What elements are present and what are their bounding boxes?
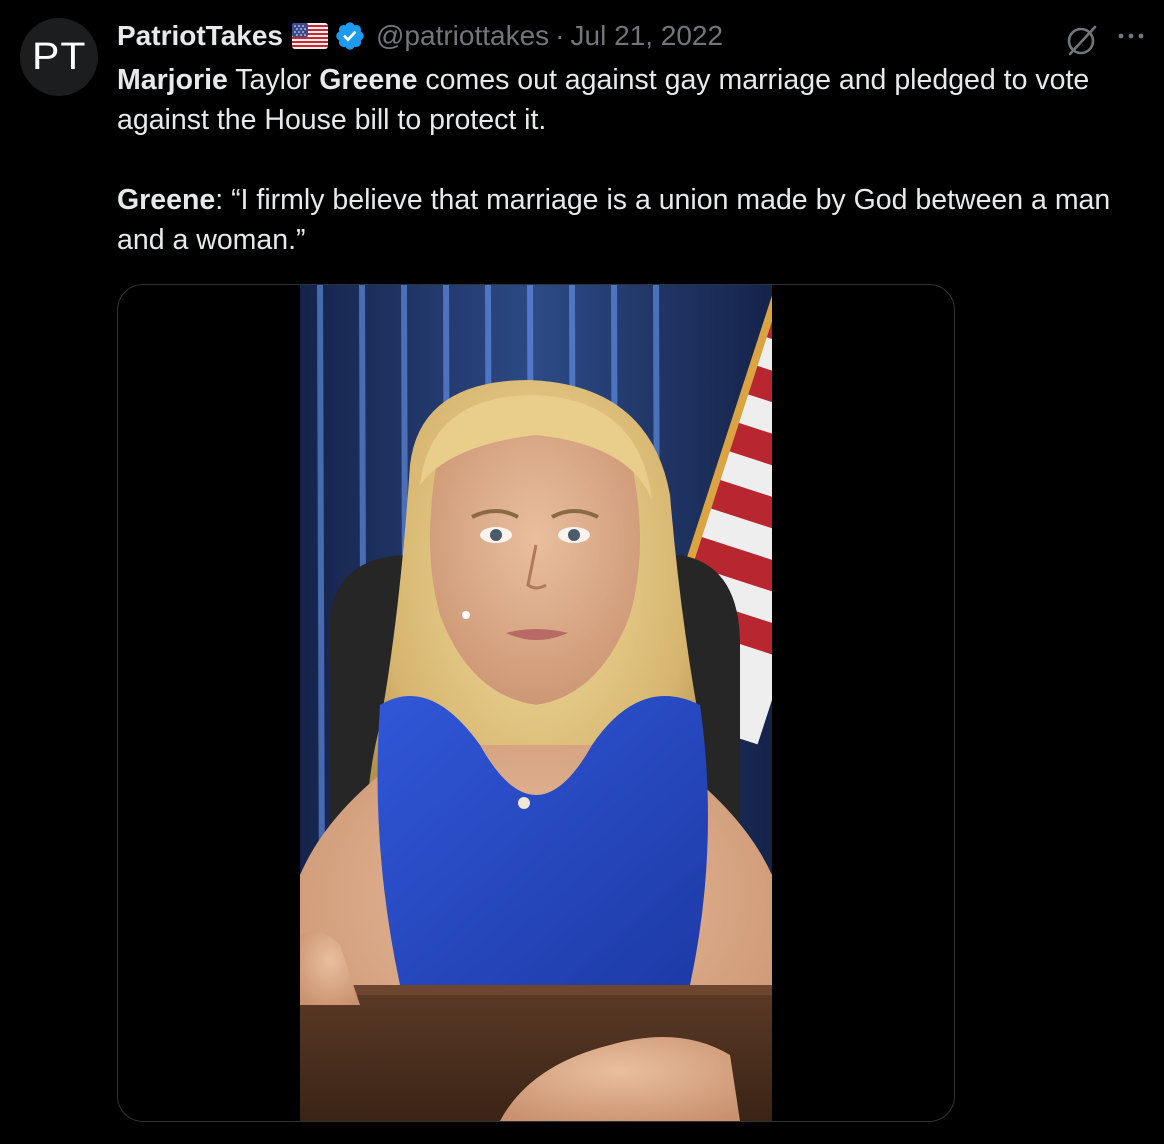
- verified-badge-icon[interactable]: [334, 20, 366, 52]
- tweet-timestamp[interactable]: Jul 21, 2022: [571, 20, 724, 52]
- avatar[interactable]: PT: [20, 18, 98, 96]
- us-flag-icon: [292, 23, 328, 49]
- bold-name: Marjorie: [117, 64, 228, 96]
- video-thumbnail: [300, 285, 772, 1121]
- video-frame[interactable]: [300, 285, 772, 1121]
- text-span: Taylor: [227, 64, 320, 96]
- user-handle[interactable]: @patriottakes: [376, 20, 549, 52]
- tweet-header: PatriotTakes @patriottakes · Jul 21, 202…: [117, 16, 723, 56]
- bold-name: Greene: [319, 64, 418, 96]
- tweet-paragraph-1: Marjorie Taylor Greene comes out against…: [117, 60, 1137, 140]
- tweet[interactable]: PT PatriotTakes @patriottakes · Jul 21, …: [0, 0, 1164, 1144]
- bold-name: Greene: [117, 184, 216, 216]
- display-name[interactable]: PatriotTakes: [117, 20, 283, 52]
- tweet-paragraph-2: Greene: “I firmly believe that marriage …: [117, 180, 1137, 260]
- avatar-initials: PT: [31, 35, 87, 78]
- grok-icon[interactable]: [1064, 22, 1100, 58]
- separator-dot: ·: [555, 20, 565, 51]
- more-icon[interactable]: [1114, 22, 1150, 52]
- video-player[interactable]: [117, 284, 955, 1122]
- text-span: : “I firmly believe that marriage is a u…: [117, 184, 1111, 256]
- tweet-text: Marjorie Taylor Greene comes out against…: [117, 60, 1137, 260]
